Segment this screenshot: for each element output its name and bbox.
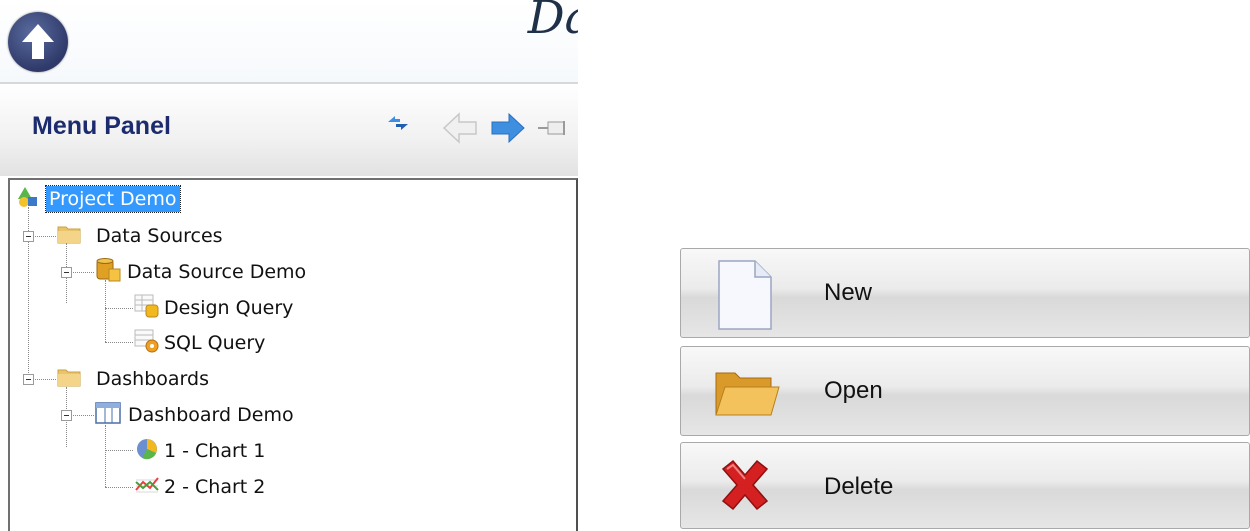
collapse-toggle[interactable]	[23, 231, 34, 242]
app-title: Da	[527, 0, 578, 44]
open-button-label: Open	[824, 377, 883, 404]
project-icon	[16, 185, 40, 213]
tree-item-dashboards[interactable]: Dashboards	[56, 364, 209, 394]
project-tree: Project Demo Data Sources Data Source De…	[8, 178, 578, 531]
new-document-icon	[713, 259, 775, 335]
delete-button[interactable]: Delete	[680, 442, 1250, 529]
tree-item-data-source-demo[interactable]: Data Source Demo	[94, 257, 306, 287]
dashboard-icon	[94, 401, 122, 429]
database-icon	[94, 257, 122, 287]
line-chart-icon	[134, 472, 160, 502]
sync-icon[interactable]	[385, 108, 411, 142]
tree-item-label: Dashboard Demo	[128, 404, 294, 426]
tree-item-label: SQL Query	[164, 332, 266, 354]
tree-item-label: Design Query	[164, 297, 294, 319]
sql-query-icon	[134, 328, 160, 358]
tree-item-design-query[interactable]: Design Query	[134, 293, 293, 323]
tree-item-data-sources[interactable]: Data Sources	[56, 221, 223, 251]
tree-item-chart-2[interactable]: 2 - Chart 2	[134, 472, 265, 502]
tree-item-label: Data Source Demo	[127, 261, 307, 283]
folder-icon	[56, 223, 82, 249]
collapse-toggle[interactable]	[61, 410, 72, 421]
tree-item-label: 2 - Chart 2	[164, 476, 266, 498]
design-query-icon	[134, 293, 160, 323]
tree-item-label: Data Sources	[96, 225, 223, 247]
open-button[interactable]: Open	[680, 346, 1250, 436]
left-panel: Da Menu Panel	[0, 0, 580, 531]
pie-chart-icon	[134, 436, 160, 466]
forward-arrow-icon[interactable]	[488, 108, 528, 152]
back-arrow-icon[interactable]	[440, 108, 480, 152]
new-button[interactable]: New	[680, 248, 1250, 338]
delete-button-label: Delete	[824, 473, 894, 500]
tree-item-project-demo[interactable]: Project Demo	[16, 184, 181, 214]
app-header: Da	[0, 0, 578, 84]
collapse-toggle[interactable]	[23, 374, 34, 385]
collapse-toggle[interactable]	[61, 267, 72, 278]
folder-icon	[56, 366, 82, 392]
up-arrow-icon[interactable]	[8, 12, 68, 72]
open-folder-icon	[713, 365, 781, 423]
new-button-label: New	[824, 279, 873, 306]
tree-item-sql-query[interactable]: SQL Query	[134, 328, 265, 358]
tree-item-chart-1[interactable]: 1 - Chart 1	[134, 436, 265, 466]
tree-item-dashboard-demo[interactable]: Dashboard Demo	[94, 400, 294, 430]
delete-icon	[717, 457, 773, 517]
tree-item-label: 1 - Chart 1	[164, 440, 266, 462]
tree-item-label: Dashboards	[96, 368, 209, 390]
menu-panel-header: Menu Panel	[0, 84, 578, 176]
pin-icon[interactable]	[536, 118, 570, 142]
tree-item-label: Project Demo	[45, 185, 181, 213]
menu-panel-title: Menu Panel	[32, 112, 171, 140]
